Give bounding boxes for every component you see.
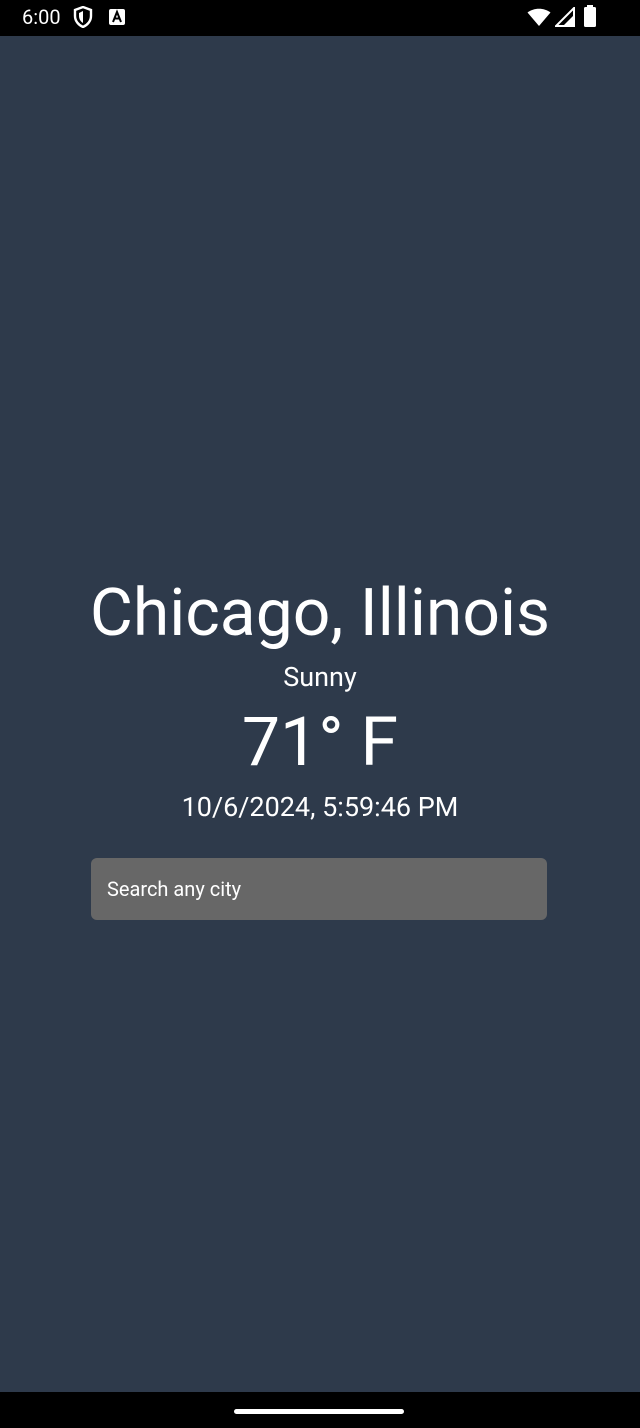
weather-screen: Chicago, Illinois Sunny 71° F 10/6/2024,…: [0, 36, 640, 1392]
date-time: 10/6/2024, 5:59:46 PM: [181, 791, 459, 823]
shield-icon: [73, 6, 93, 28]
wifi-icon: [527, 8, 551, 26]
navigation-bar: [0, 1392, 640, 1428]
status-bar: 6:00: [0, 0, 640, 36]
a-notification-icon: [109, 9, 125, 25]
cell-signal-icon: [555, 7, 575, 27]
city-name: Chicago, Illinois: [89, 575, 551, 652]
home-gesture-handle[interactable]: [234, 1409, 404, 1414]
temperature: 71° F: [241, 702, 399, 782]
weather-condition: Sunny: [283, 661, 357, 693]
search-container[interactable]: [91, 858, 547, 920]
battery-icon: [584, 5, 596, 27]
search-input[interactable]: [91, 858, 547, 920]
status-time: 6:00: [22, 5, 61, 29]
